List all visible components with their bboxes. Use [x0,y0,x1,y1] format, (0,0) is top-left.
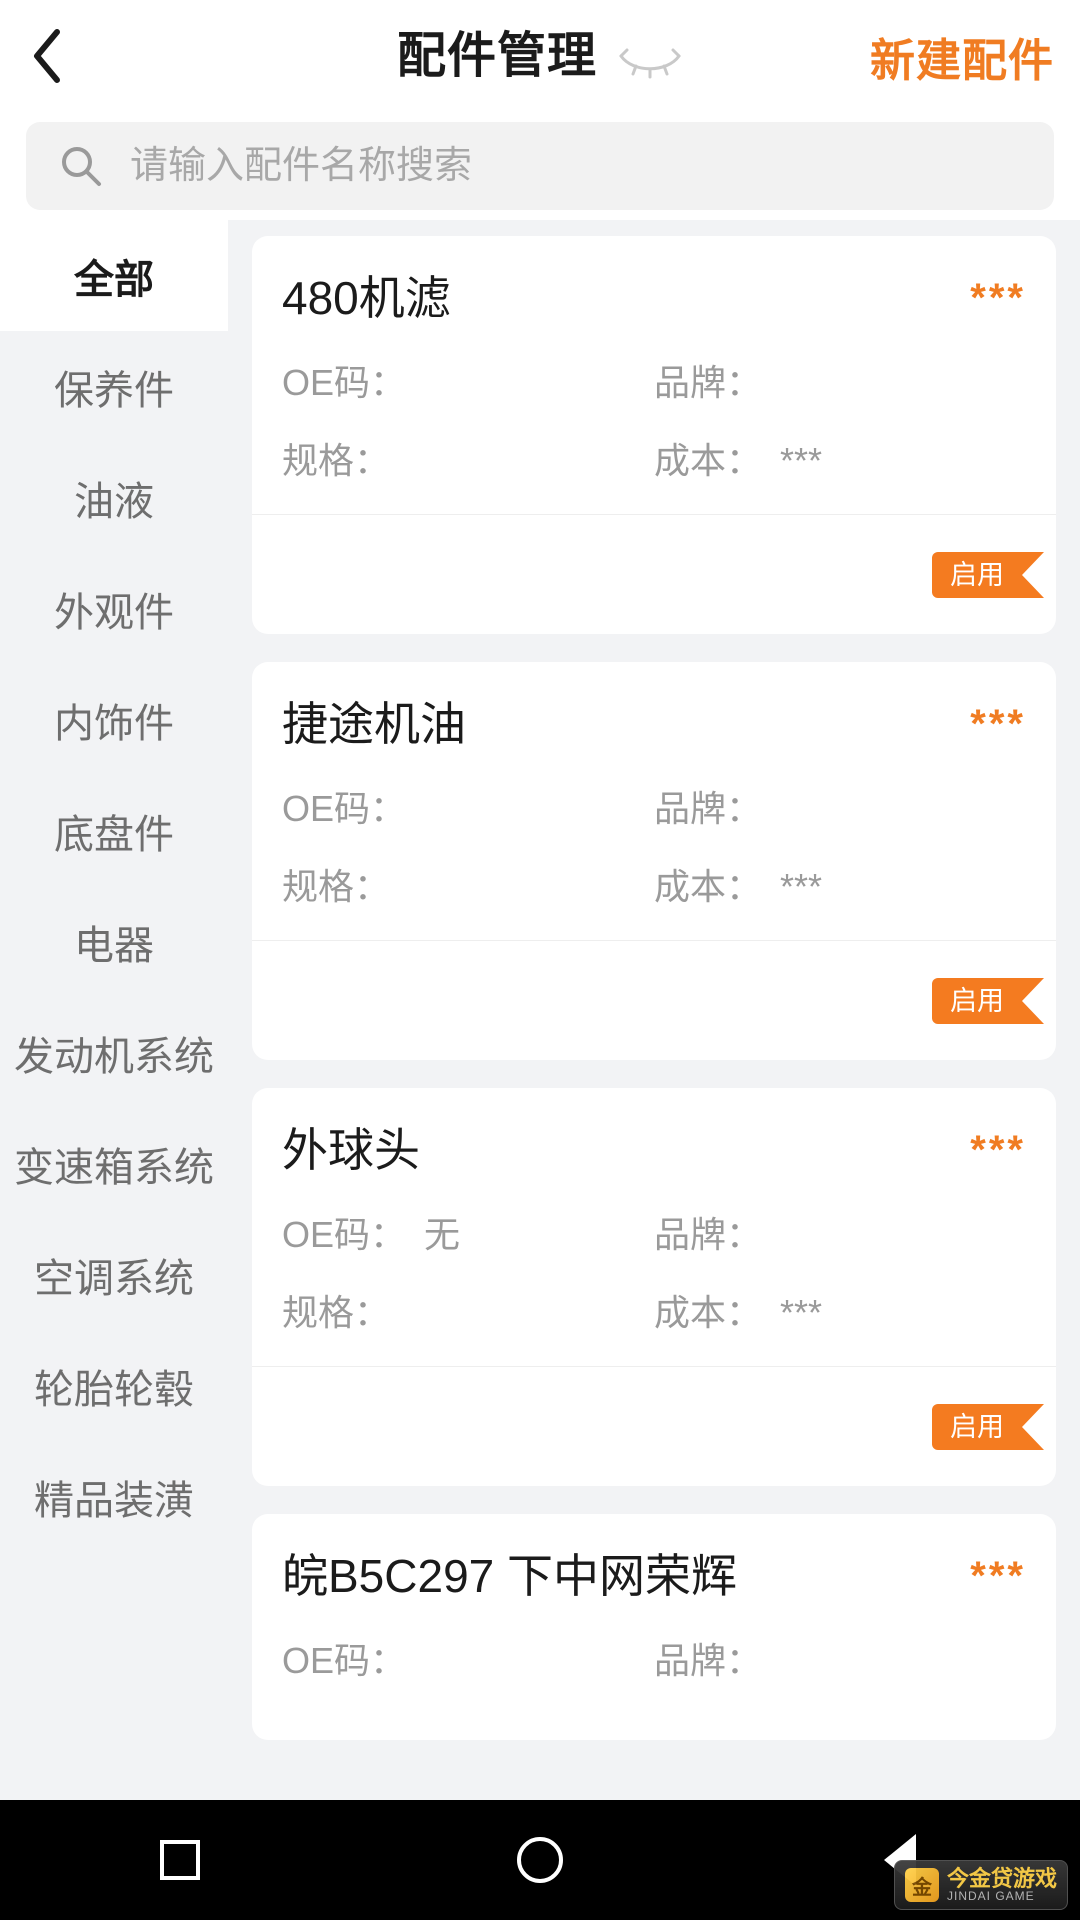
home-button[interactable] [480,1800,600,1920]
part-card-body: 捷途机油 *** OE码： 品牌： 规格： [252,662,1056,940]
part-more-button[interactable]: *** [970,270,1026,321]
part-name: 480机滤 [282,270,451,326]
part-card-list[interactable]: 480机滤 *** OE码： 品牌： 规格： [228,220,1080,1800]
field-cost: 成本： *** [654,858,1026,910]
sidebar-item-engine[interactable]: 发动机系统 [0,997,228,1108]
category-sidebar[interactable]: 全部 保养件 油液 外观件 内饰件 底盘件 电器 发动机系统 变速箱系统 空调系… [0,220,228,1800]
status-badge[interactable]: 启用 [932,552,1022,598]
sidebar-item-exterior[interactable]: 外观件 [0,553,228,664]
part-card-footer: 启用 [252,1366,1056,1486]
app-header: 配件管理 新建配件 [0,0,1080,112]
field-label-oe-code: OE码： [282,1632,406,1684]
part-fields: OE码： 品牌： 规格： 成本： *** [282,354,1026,484]
sidebar-item-accessories[interactable]: 精品装潢 [0,1441,228,1552]
field-label-brand: 品牌： [654,1206,762,1258]
status-badge[interactable]: 启用 [932,1404,1022,1450]
sidebar-item-chassis[interactable]: 底盘件 [0,775,228,886]
new-part-button[interactable]: 新建配件 [870,0,1054,112]
part-more-button[interactable]: *** [970,1122,1026,1173]
field-label-oe-code: OE码： [282,780,406,832]
search-box[interactable] [26,122,1054,210]
field-brand: 品牌： [654,1632,1026,1684]
part-card-body: 皖B5C297 下中网荣辉 *** OE码： 品牌： [252,1514,1056,1740]
part-name: 皖B5C297 下中网荣辉 [282,1548,737,1604]
field-value-oe-code: 无 [424,1206,460,1258]
field-value-cost: *** [780,1292,822,1334]
field-spec: 规格： [282,1284,654,1336]
part-card-header: 480机滤 *** [282,270,1026,326]
sidebar-item-maintenance[interactable]: 保养件 [0,331,228,442]
field-label-oe-code: OE码： [282,1206,406,1258]
field-label-cost: 成本： [654,1284,762,1336]
field-oe-code: OE码： [282,1632,654,1684]
field-label-spec: 规格： [282,1284,390,1336]
part-card[interactable]: 480机滤 *** OE码： 品牌： 规格： [252,236,1056,634]
part-fields: OE码： 品牌： 规格： 成本： *** [282,780,1026,910]
field-spec: 规格： [282,858,654,910]
eye-closed-icon [617,47,683,81]
app-root: 配件管理 新建配件 全部 保养件 油液 [0,0,1080,1920]
watermark-texts: 今金贷游戏 JINDAI GAME [947,1867,1057,1903]
sidebar-item-all[interactable]: 全部 [0,220,228,331]
square-icon [160,1840,200,1880]
field-label-brand: 品牌： [654,354,762,406]
field-value-cost: *** [780,866,822,908]
part-card-header: 捷途机油 *** [282,696,1026,752]
field-label-spec: 规格： [282,858,390,910]
field-brand: 品牌： [654,354,1026,406]
field-label-spec: 规格： [282,432,390,484]
sidebar-item-tires[interactable]: 轮胎轮毂 [0,1330,228,1441]
circle-icon [517,1837,563,1883]
part-fields: OE码： 无 品牌： 规格： 成本： *** [282,1206,1026,1336]
part-card-footer: 启用 [252,940,1056,1060]
part-card[interactable]: 外球头 *** OE码： 无 品牌： 规格： [252,1088,1056,1486]
field-oe-code: OE码： [282,354,654,406]
field-label-brand: 品牌： [654,780,762,832]
field-label-cost: 成本： [654,432,762,484]
part-card-body: 480机滤 *** OE码： 品牌： 规格： [252,236,1056,514]
watermark-main-text: 今金贷游戏 [947,1867,1057,1890]
part-card-footer: 启用 [252,514,1056,634]
search-icon [60,145,102,187]
part-card[interactable]: 皖B5C297 下中网荣辉 *** OE码： 品牌： [252,1514,1056,1740]
field-brand: 品牌： [654,780,1026,832]
sidebar-item-ac[interactable]: 空调系统 [0,1219,228,1330]
content-area: 全部 保养件 油液 外观件 内饰件 底盘件 电器 发动机系统 变速箱系统 空调系… [0,220,1080,1800]
field-cost: 成本： *** [654,432,1026,484]
field-label-oe-code: OE码： [282,354,406,406]
part-card-header: 外球头 *** [282,1122,1026,1178]
part-card[interactable]: 捷途机油 *** OE码： 品牌： 规格： [252,662,1056,1060]
field-brand: 品牌： [654,1206,1026,1258]
field-cost: 成本： *** [654,1284,1026,1336]
part-card-header: 皖B5C297 下中网荣辉 *** [282,1548,1026,1604]
recent-apps-button[interactable] [120,1800,240,1920]
page-title: 配件管理 [397,32,597,81]
field-label-brand: 品牌： [654,1632,762,1684]
field-label-cost: 成本： [654,858,762,910]
watermark-sub-text: JINDAI GAME [947,1890,1057,1903]
part-more-button[interactable]: *** [970,696,1026,747]
chevron-left-icon [29,26,63,86]
watermark: 金 今金贷游戏 JINDAI GAME [894,1860,1068,1910]
android-navigation-bar: 金 今金贷游戏 JINDAI GAME [0,1800,1080,1920]
status-badge[interactable]: 启用 [932,978,1022,1024]
sidebar-item-electrical[interactable]: 电器 [0,886,228,997]
part-name: 外球头 [282,1122,420,1178]
field-oe-code: OE码： [282,780,654,832]
back-button[interactable] [0,0,92,112]
field-spec: 规格： [282,432,654,484]
search-input[interactable] [130,145,1020,188]
search-bar [0,112,1080,220]
sidebar-item-fluids[interactable]: 油液 [0,442,228,553]
part-fields: OE码： 品牌： [282,1632,1026,1710]
part-name: 捷途机油 [282,696,466,752]
field-value-cost: *** [780,440,822,482]
part-card-body: 外球头 *** OE码： 无 品牌： 规格： [252,1088,1056,1366]
sidebar-item-transmission[interactable]: 变速箱系统 [0,1108,228,1219]
field-oe-code: OE码： 无 [282,1206,654,1258]
watermark-logo-icon: 金 [905,1868,939,1902]
part-more-button[interactable]: *** [970,1548,1026,1599]
sidebar-item-interior[interactable]: 内饰件 [0,664,228,775]
